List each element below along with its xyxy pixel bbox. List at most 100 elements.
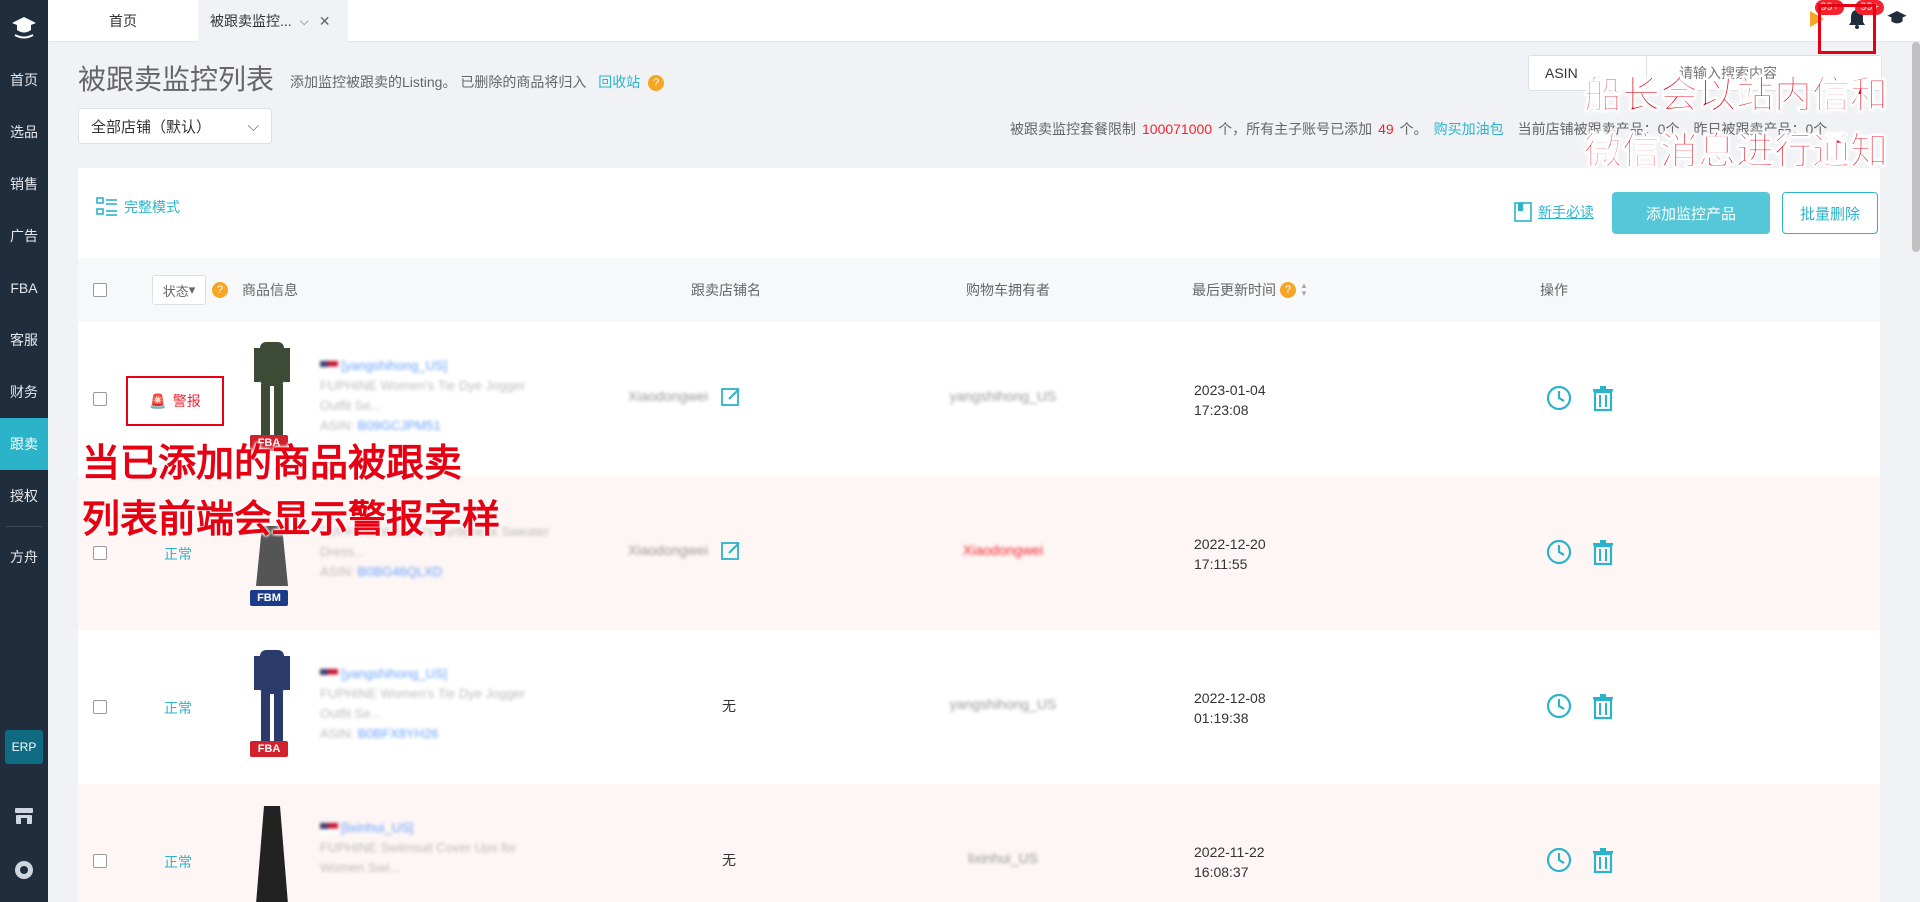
nav-finance[interactable]: 财务 [0, 366, 48, 418]
nav-hijack[interactable]: 跟卖 [0, 418, 48, 470]
row-checkbox[interactable] [93, 700, 107, 714]
delete-trash-icon[interactable] [1589, 538, 1617, 566]
updated-date: 2022-12-08 [1194, 690, 1266, 706]
page-title: 被跟卖监控列表 [78, 64, 275, 95]
product-asin-value[interactable]: B0BG46QLXD [358, 564, 443, 579]
delete-trash-icon[interactable] [1589, 846, 1617, 874]
nav-fba[interactable]: FBA [0, 262, 48, 314]
cart-owner: yangshihong_US [949, 388, 1057, 404]
chevron-down-icon[interactable]: ⌵ [300, 14, 309, 29]
status-normal-label: 正常 [164, 700, 192, 716]
user-avatar[interactable] [1884, 6, 1910, 32]
product-account[interactable]: [yangshihong_US] [320, 664, 580, 684]
seller-shop-name: Xiaodongwei [628, 388, 709, 404]
product-title-line2[interactable]: Women Swi... [320, 858, 580, 878]
product-title-line1[interactable]: FUPHINE Women's Tie Dye Jogger [320, 684, 580, 704]
cart-owner: yangshihong_US [949, 696, 1057, 712]
product-title-line1[interactable]: FUPHINE Swimsuit Cover Ups for [320, 838, 580, 858]
bell-highlight-box [1818, 4, 1876, 54]
last-updated: 2022-12-08 01:19:38 [1194, 688, 1266, 728]
history-clock-icon[interactable] [1545, 384, 1573, 412]
logo[interactable] [0, 0, 48, 54]
product-asin: ASIN: B0BFX8YH26 [320, 724, 580, 744]
tab-hijack-monitor[interactable]: 被跟卖监控... ⌵ ✕ [198, 0, 348, 42]
header-updated-label: 最后更新时间 [1192, 282, 1276, 298]
updated-help-icon[interactable]: ? [1280, 282, 1296, 298]
alarm-annotation: 当已添加的商品被跟卖 列表前端会显示警报字样 [82, 436, 522, 548]
last-updated: 2022-11-22 16:08:37 [1194, 842, 1265, 882]
close-icon[interactable]: ✕ [319, 13, 331, 30]
fbm-tag: FBM [250, 590, 288, 606]
nav-customer-service[interactable]: 客服 [0, 314, 48, 366]
batch-delete-button[interactable]: 批量删除 [1782, 192, 1878, 234]
add-monitor-product-button[interactable]: 添加监控产品 [1612, 192, 1770, 234]
product-account[interactable]: [yangshihong_US] [320, 356, 580, 376]
alarm-annotation-line1: 当已添加的商品被跟卖 [82, 443, 463, 485]
history-clock-icon[interactable] [1545, 846, 1573, 874]
captain-hat-logo-icon [12, 17, 36, 39]
updated-time: 01:19:38 [1194, 710, 1249, 726]
history-clock-icon[interactable] [1545, 692, 1573, 720]
header-updated[interactable]: 最后更新时间 ? ▲ ▼ [1192, 258, 1308, 322]
status-help-icon[interactable]: ? [212, 282, 228, 298]
nav-ark[interactable]: 方舟 [0, 531, 48, 583]
product-asin-value[interactable]: B09GCJPM51 [358, 418, 441, 433]
product-title-line2[interactable]: Outfit Se... [320, 704, 580, 724]
nav-sales[interactable]: 销售 [0, 158, 48, 210]
delete-trash-icon[interactable] [1589, 384, 1617, 412]
erp-button[interactable]: ERP [5, 730, 43, 764]
nav-product-selection[interactable]: 选品 [0, 106, 48, 158]
fba-tag: FBA [250, 741, 288, 757]
nav-divider [6, 526, 42, 527]
edit-icon[interactable] [720, 386, 742, 408]
alarm-status-label: 警报 [172, 393, 201, 409]
beginner-guide-link[interactable]: 新手必读 [1514, 202, 1594, 222]
nav-home[interactable]: 首页 [0, 54, 48, 106]
row-checkbox[interactable] [93, 546, 107, 560]
recycle-bin-link[interactable]: 回收站 [598, 74, 640, 90]
header-status: 状态 ▾ ? [152, 258, 228, 322]
sidebar: 首页 选品 销售 广告 FBA 客服 财务 跟卖 授权 方舟 ERP [0, 0, 48, 902]
notification-annotation-line2: 微信消息进行通知 [1584, 131, 1889, 174]
select-all-checkbox[interactable] [93, 283, 107, 297]
status-filter[interactable]: 状态 ▾ [152, 275, 206, 305]
added-label: 个，所有主子账号已添加 [1218, 121, 1373, 137]
support-icon[interactable] [12, 858, 36, 882]
row-checkbox[interactable] [93, 854, 107, 868]
edit-icon[interactable] [720, 540, 742, 562]
header-select-all[interactable] [93, 258, 107, 322]
product-info: [yangshihong_US] FUPHINE Women's Tie Dye… [320, 356, 580, 436]
product-account[interactable]: [lixinhui_US] [320, 818, 580, 838]
product-asin-label: ASIN: [320, 418, 354, 433]
row-checkbox[interactable] [93, 392, 107, 406]
product-account-label: [lixinhui_US] [341, 820, 414, 835]
full-mode-label: 完整模式 [124, 199, 180, 215]
delete-trash-icon[interactable] [1589, 692, 1617, 720]
product-asin-value[interactable]: B0BFX8YH26 [358, 726, 439, 741]
tab-home[interactable]: 首页 [48, 0, 198, 42]
nav-authorization[interactable]: 授权 [0, 470, 48, 522]
sort-icon[interactable]: ▲ ▼ [1300, 282, 1308, 298]
shop-select[interactable]: 全部店铺（默认） ⌵ [78, 108, 272, 144]
product-thumbnail[interactable] [244, 650, 300, 750]
help-icon[interactable]: ? [648, 75, 665, 92]
product-thumbnail[interactable] [244, 342, 300, 442]
buy-package-link[interactable]: 购买加油包 [1434, 121, 1504, 137]
store-icon[interactable] [12, 804, 36, 828]
nav-ads[interactable]: 广告 [0, 210, 48, 262]
header-ops: 操作 [1540, 282, 1568, 298]
product-title-line1[interactable]: FUPHINE Women's Tie Dye Jogger [320, 376, 580, 396]
product-thumbnail[interactable] [244, 804, 300, 902]
product-asin: ASIN: B0BG46QLXD [320, 562, 580, 582]
tab-hijack-monitor-label: 被跟卖监控... [210, 13, 292, 29]
history-clock-icon[interactable] [1545, 538, 1573, 566]
alarm-status-badge[interactable]: 🚨 警报 [126, 376, 224, 426]
updated-time: 17:23:08 [1194, 402, 1249, 418]
limit-label: 被跟卖监控套餐限制 [1010, 121, 1136, 137]
header-product: 商品信息 [242, 282, 298, 298]
page-scrollbar[interactable] [1912, 42, 1920, 252]
table-header: 状态 ▾ ? 商品信息 跟卖店铺名 购物车拥有者 最后更新时间 ? ▲ ▼ 操作 [78, 258, 1880, 322]
full-mode-toggle[interactable]: 完整模式 [96, 196, 180, 218]
limit-value: 100071000 [1142, 121, 1213, 137]
product-title-line2[interactable]: Outfit Se... [320, 396, 580, 416]
